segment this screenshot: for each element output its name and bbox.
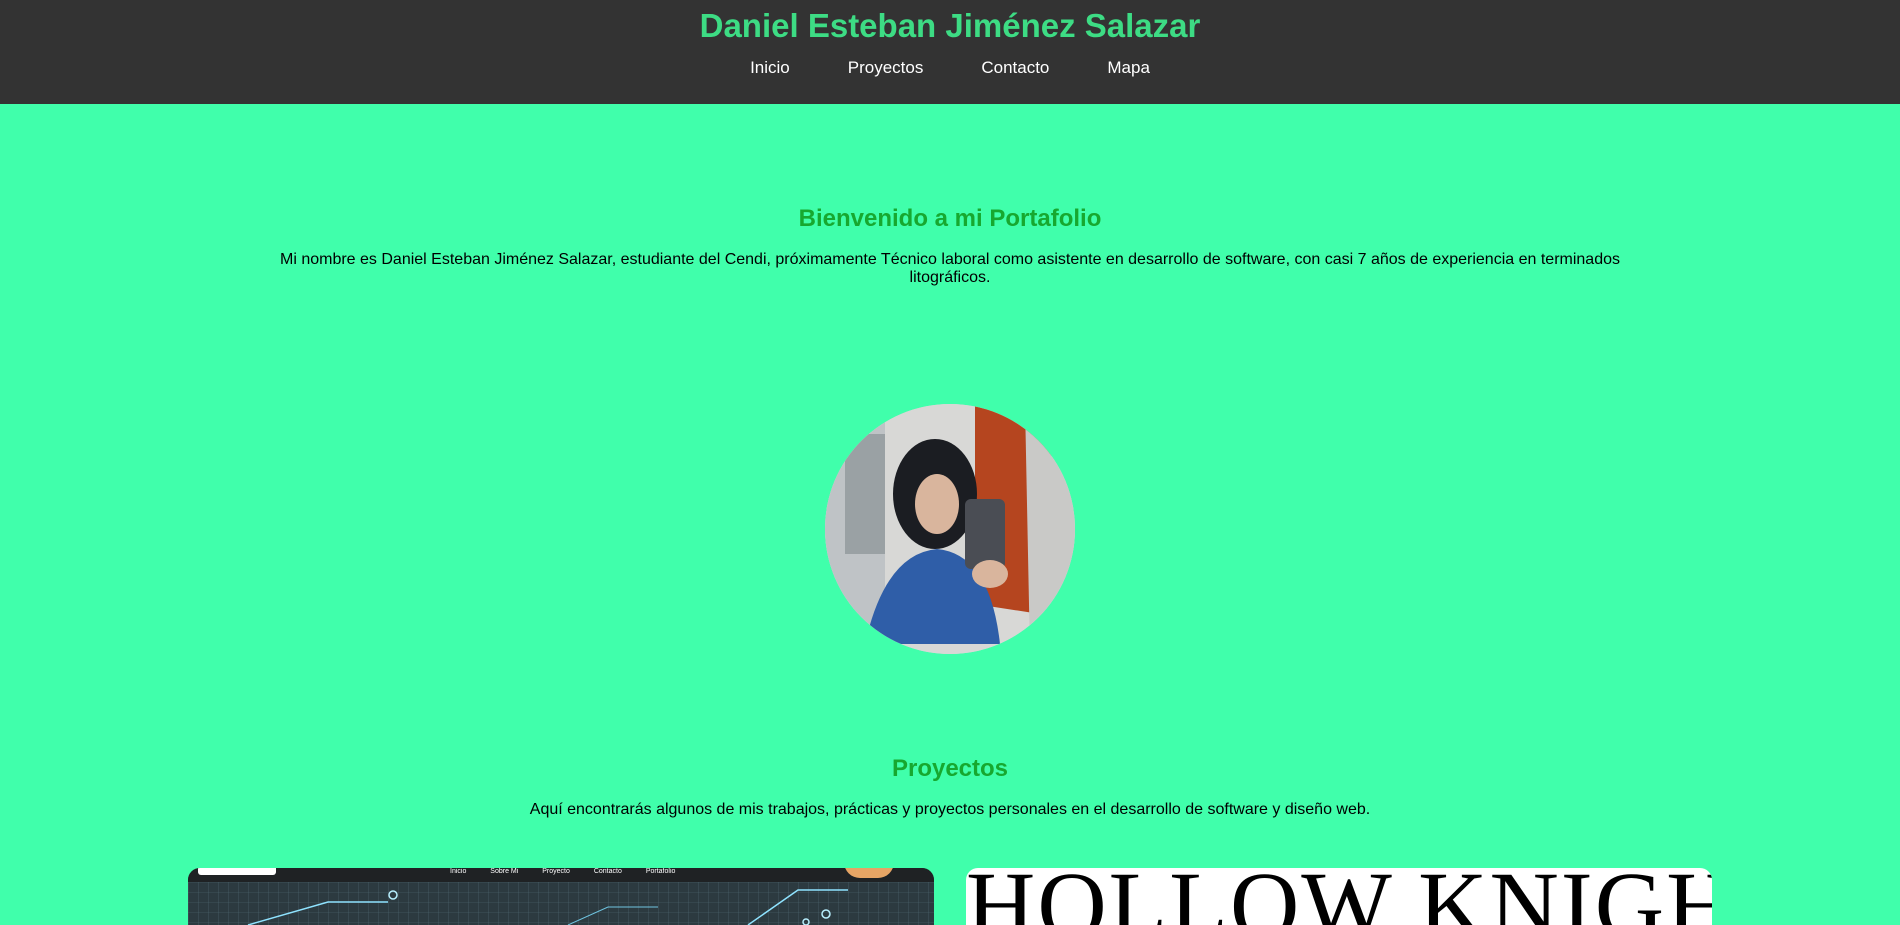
thumb-link-contacto: Contacto bbox=[593, 868, 622, 875]
nav-link-inicio[interactable]: Inicio bbox=[750, 57, 790, 79]
profile-photo-image bbox=[825, 404, 1075, 654]
site-title: Daniel Esteban Jiménez Salazar bbox=[699, 7, 1201, 44]
project-thumbnail-nav: Inicio Sobre Mi Proyecto Contacto Portaf… bbox=[188, 868, 934, 882]
projects-text: Aquí encontrarás algunos de mis trabajos… bbox=[529, 801, 1371, 818]
project-thumbnail-avatar bbox=[844, 868, 894, 878]
nav-link-contacto[interactable]: Contacto bbox=[981, 57, 1049, 79]
project-card-portfolio[interactable]: Inicio Sobre Mi Proyecto Contacto Portaf… bbox=[188, 868, 934, 925]
thumb-link-portafolio: Portafolio bbox=[645, 868, 676, 875]
thumb-link-sobre-mi: Sobre Mi bbox=[490, 868, 519, 875]
welcome-text: Mi nombre es Daniel Esteban Jiménez Sala… bbox=[280, 251, 1620, 286]
projects-title: Proyectos bbox=[891, 755, 1009, 782]
thumb-link-inicio: Inicio bbox=[450, 868, 467, 875]
profile-photo bbox=[825, 404, 1075, 654]
hollow-knight-title: HOLLOW KNIGHT bbox=[966, 868, 1712, 925]
site-header: Daniel Esteban Jiménez Salazar Inicio Pr… bbox=[0, 0, 1900, 104]
project-thumbnail-links: Inicio Sobre Mi Proyecto Contacto Portaf… bbox=[450, 868, 697, 876]
nav-link-mapa[interactable]: Mapa bbox=[1107, 57, 1150, 79]
nav-link-proyectos[interactable]: Proyectos bbox=[848, 57, 924, 79]
welcome-title: Bienvenido a mi Portafolio bbox=[798, 205, 1102, 232]
thumb-link-proyecto: Proyecto bbox=[542, 868, 570, 875]
circuit-background-image bbox=[188, 882, 934, 925]
main-nav: Inicio Proyectos Contacto Mapa bbox=[0, 57, 1900, 79]
project-thumbnail-logo bbox=[198, 868, 276, 875]
project-card-hollow-knight[interactable]: HOLLOW KNIGHT bbox=[966, 868, 1712, 925]
